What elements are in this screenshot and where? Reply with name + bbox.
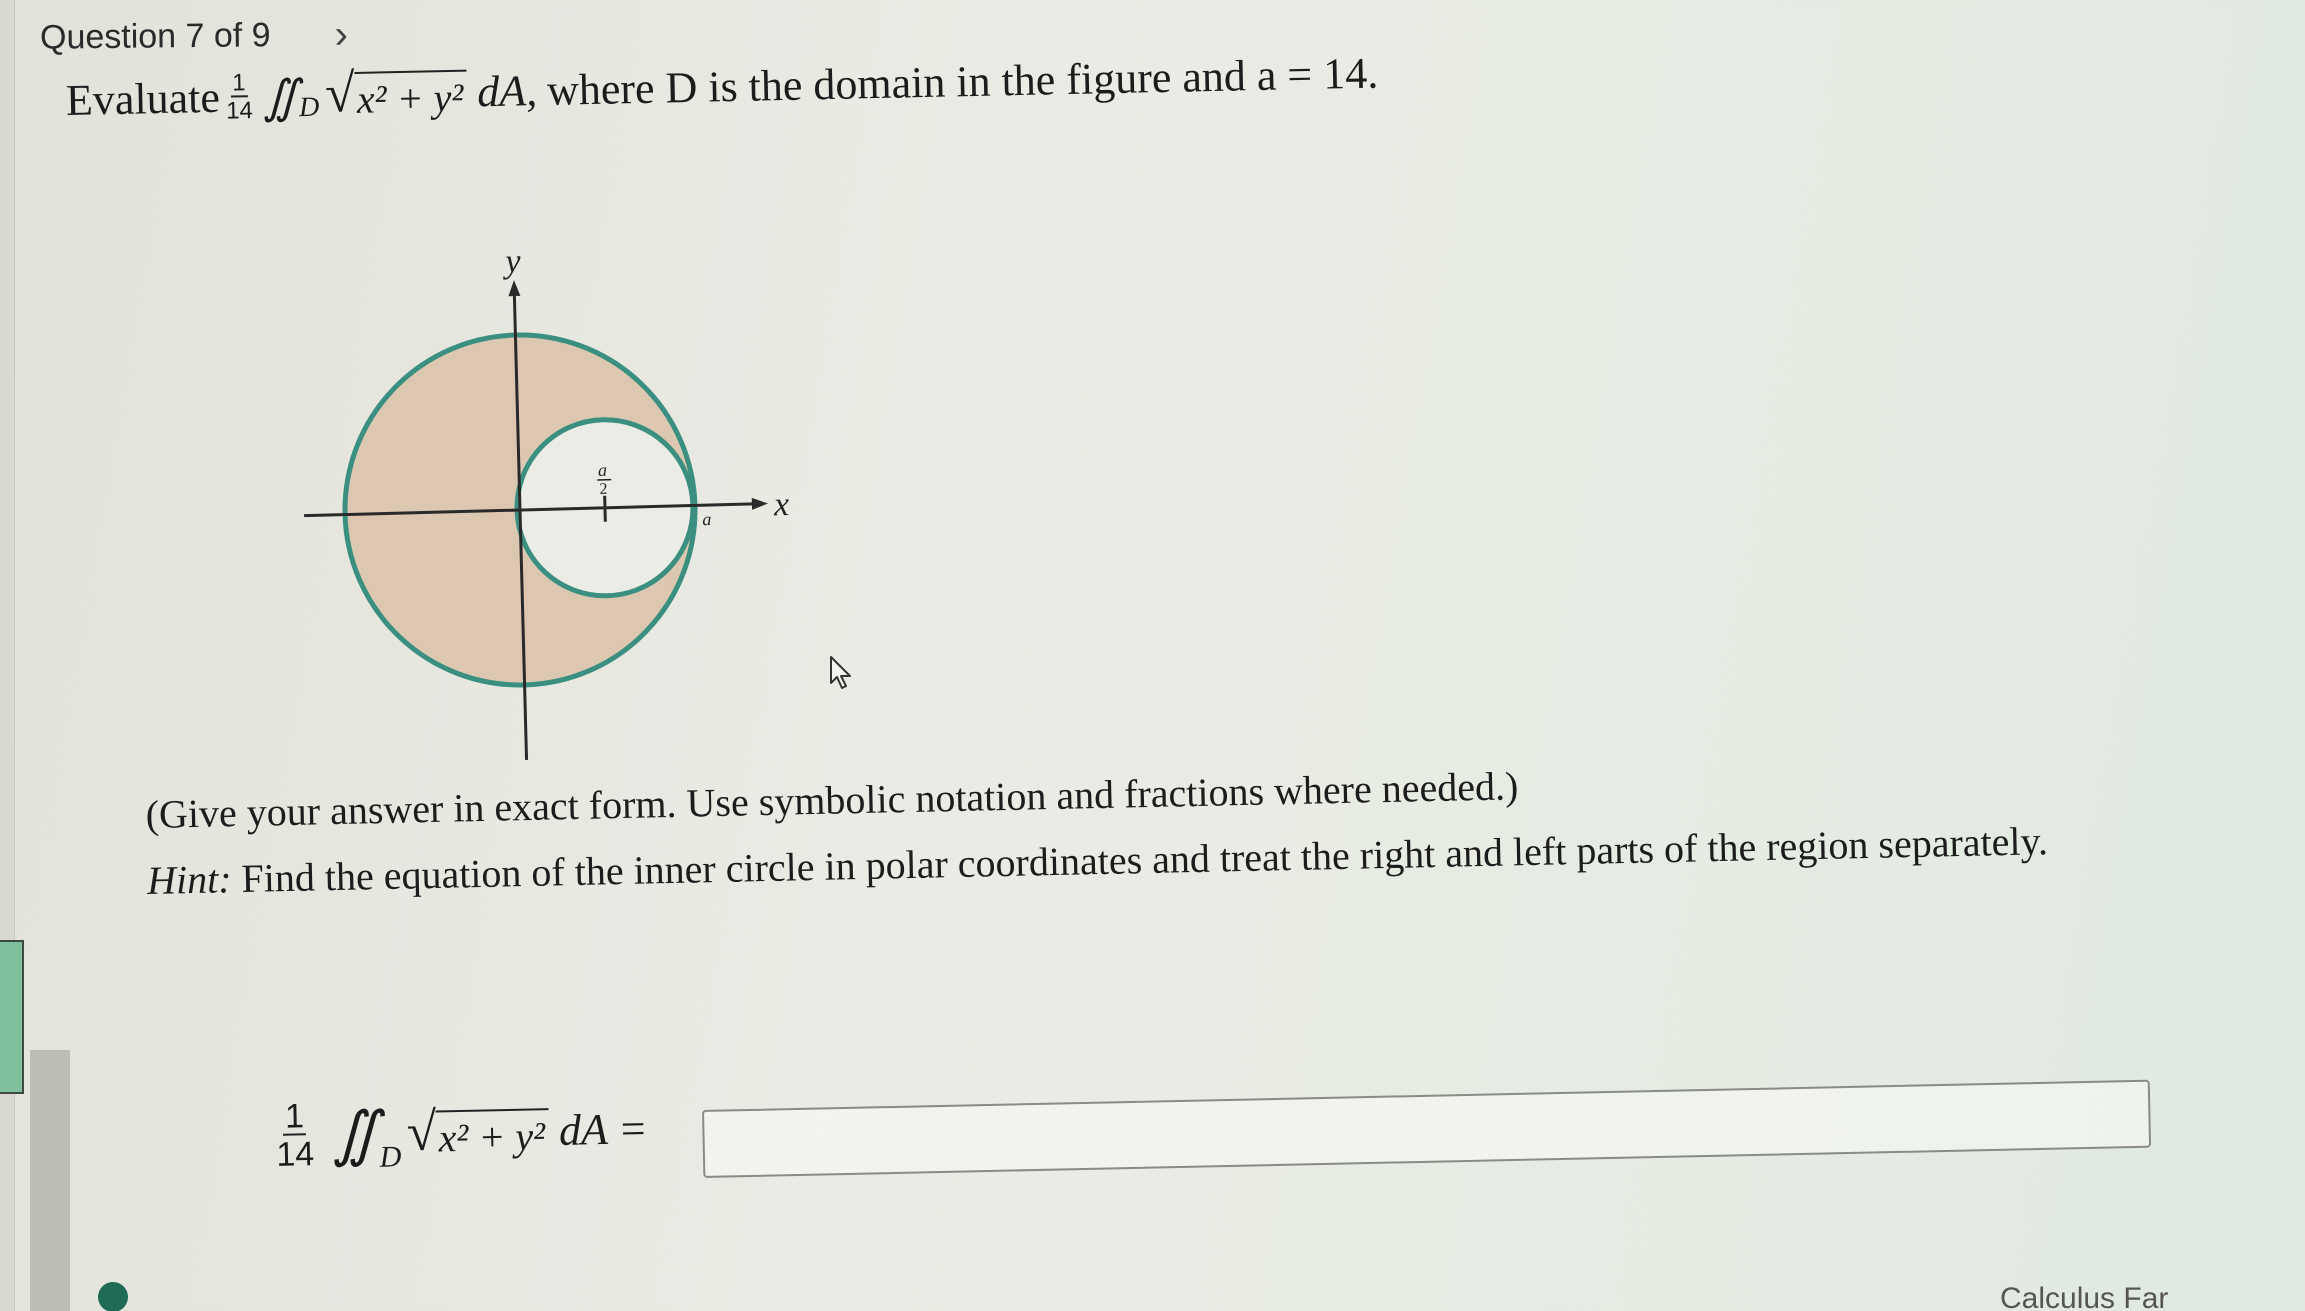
evaluate-word: Evaluate bbox=[65, 72, 221, 125]
double-integral-symbol: ∬ bbox=[262, 70, 300, 123]
domain-figure: y x a 2 a bbox=[304, 243, 790, 760]
square-root: √ x² + y² bbox=[324, 62, 468, 124]
answer-fraction-denominator: 14 bbox=[275, 1135, 315, 1174]
center-tick bbox=[603, 495, 607, 522]
answer-expression: 1 14 ∬ D √ x² + y² dA = bbox=[269, 1092, 649, 1174]
answer-domain-subscript: D bbox=[379, 1140, 402, 1174]
instructions: (Give your answer in exact form. Use sym… bbox=[145, 742, 2049, 914]
fraction-numerator: 1 bbox=[230, 69, 248, 98]
answer-radicand: x² + y² bbox=[435, 1107, 550, 1162]
x-axis-label: x bbox=[772, 486, 789, 523]
question-header: Question 7 of 9 › bbox=[40, 12, 348, 60]
answer-double-integral-symbol: ∬ bbox=[331, 1100, 380, 1168]
answer-fraction-numerator: 1 bbox=[282, 1097, 307, 1136]
answer-differential: dA = bbox=[558, 1103, 649, 1155]
answer-square-root: √ x² + y² bbox=[406, 1101, 550, 1162]
y-axis-arrow bbox=[508, 280, 521, 297]
radical-sign: √ bbox=[324, 62, 356, 124]
mouse-pointer-icon bbox=[830, 656, 851, 689]
x-axis-arrow bbox=[751, 497, 768, 510]
footer-link[interactable]: Calculus Far bbox=[2000, 1282, 2168, 1311]
fraction-denominator: 14 bbox=[225, 96, 254, 125]
chevron-right-icon[interactable]: › bbox=[334, 12, 348, 57]
differential: dA, bbox=[476, 66, 538, 117]
left-edge-strip bbox=[0, 0, 15, 1311]
radicand: x² + y² bbox=[354, 69, 468, 123]
answer-radical-sign: √ bbox=[406, 1101, 438, 1162]
scrollbar[interactable] bbox=[30, 1050, 70, 1311]
problem-rest-text: where D is the domain in the figure and … bbox=[546, 48, 1379, 115]
answer-fraction: 1 14 bbox=[275, 1097, 315, 1174]
y-axis-label: y bbox=[502, 243, 522, 280]
radius-label: a bbox=[702, 509, 712, 529]
status-dot bbox=[98, 1282, 128, 1311]
answer-input[interactable] bbox=[702, 1079, 2152, 1178]
side-panel-tab[interactable] bbox=[0, 940, 24, 1094]
question-label: Question 7 of 9 bbox=[39, 16, 271, 57]
center-label-denominator: 2 bbox=[599, 481, 607, 498]
hint-label: Hint: bbox=[146, 856, 232, 903]
domain-subscript: D bbox=[298, 91, 320, 123]
center-label-numerator: a bbox=[598, 460, 608, 480]
fraction: 1 14 bbox=[225, 69, 254, 125]
